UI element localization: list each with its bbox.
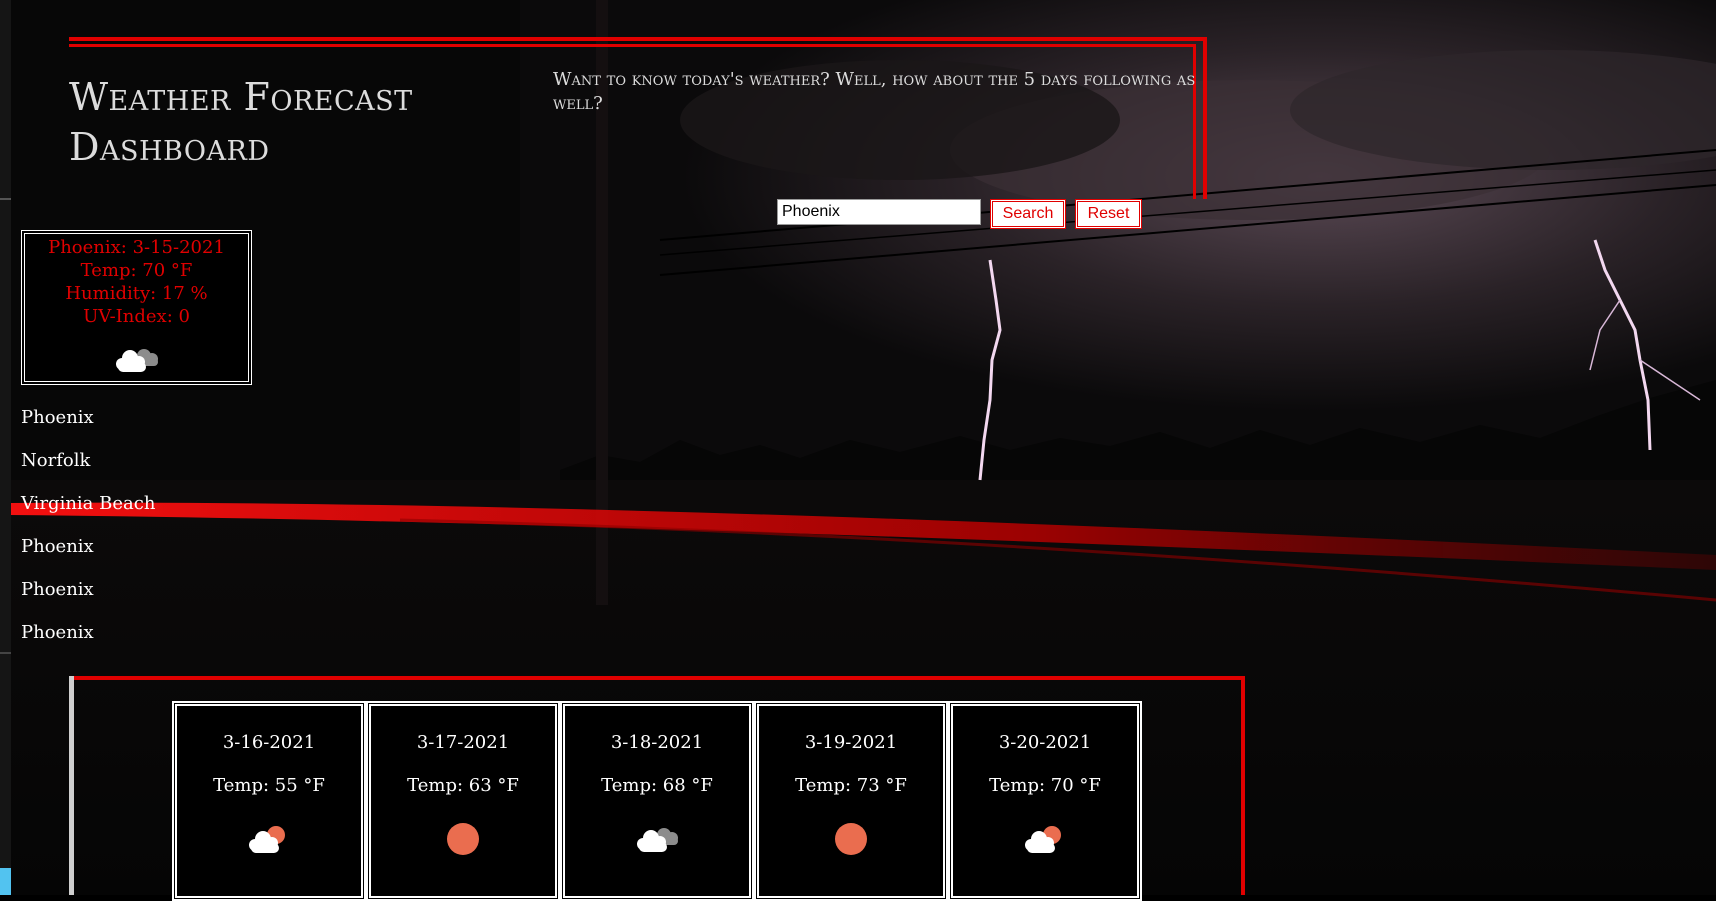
forecast-card: 3-20-2021 Temp: 70 °F bbox=[948, 701, 1142, 901]
reset-button[interactable]: Reset bbox=[1075, 199, 1142, 229]
edge-accent bbox=[0, 868, 11, 895]
current-temp: Temp: 70 °F bbox=[80, 260, 193, 281]
forecast-card: 3-19-2021 Temp: 73 °F bbox=[754, 701, 948, 901]
history-item[interactable]: Virginia Beach bbox=[21, 493, 155, 536]
forecast-card: 3-16-2021 Temp: 55 °F bbox=[172, 701, 366, 901]
forecast-frame-line bbox=[69, 676, 74, 895]
forecast-temp: Temp: 70 °F bbox=[989, 775, 1101, 796]
clouds-icon bbox=[115, 349, 158, 372]
forecast-date: 3-20-2021 bbox=[998, 732, 1092, 753]
history-item[interactable]: Phoenix bbox=[21, 622, 155, 665]
forecast-date: 3-16-2021 bbox=[222, 732, 316, 753]
history-item[interactable]: Phoenix bbox=[21, 407, 155, 450]
search-history-list: Phoenix Norfolk Virginia Beach Phoenix P… bbox=[21, 407, 155, 665]
city-search-input[interactable] bbox=[777, 199, 981, 225]
history-item[interactable]: Phoenix bbox=[21, 579, 155, 622]
page-title: Weather Forecast Dashboard bbox=[69, 75, 413, 169]
history-item[interactable]: Phoenix bbox=[21, 536, 155, 579]
forecast-frame-line bbox=[69, 676, 1245, 680]
forecast-frame-line bbox=[1241, 676, 1245, 895]
partly-cloudy-icon bbox=[1025, 826, 1061, 853]
header-frame-line bbox=[69, 44, 1193, 47]
search-button[interactable]: Search bbox=[990, 199, 1066, 229]
current-uv-index: UV-Index: 0 bbox=[83, 306, 190, 327]
current-weather-card: Phoenix: 3-15-2021 Temp: 70 °F Humidity:… bbox=[21, 230, 252, 385]
header-frame-line bbox=[1203, 37, 1207, 199]
edge-mark bbox=[0, 652, 11, 654]
clouds-icon bbox=[637, 828, 678, 852]
left-edge-strip bbox=[0, 0, 11, 895]
forecast-date: 3-17-2021 bbox=[416, 732, 510, 753]
forecast-temp: Temp: 63 °F bbox=[407, 775, 519, 796]
forecast-card: 3-18-2021 Temp: 68 °F bbox=[560, 701, 754, 901]
forecast-temp: Temp: 68 °F bbox=[601, 775, 713, 796]
forecast-temp: Temp: 55 °F bbox=[213, 775, 325, 796]
current-city-date: Phoenix: 3-15-2021 bbox=[48, 237, 225, 258]
forecast-date: 3-19-2021 bbox=[804, 732, 898, 753]
edge-mark bbox=[0, 198, 11, 200]
header-frame-line bbox=[69, 37, 1207, 41]
sun-icon bbox=[447, 823, 479, 855]
history-item[interactable]: Norfolk bbox=[21, 450, 155, 493]
sun-icon bbox=[835, 823, 867, 855]
partly-cloudy-icon bbox=[249, 826, 285, 853]
forecast-temp: Temp: 73 °F bbox=[795, 775, 907, 796]
tagline: Want to know today's weather? Well, how … bbox=[553, 69, 1196, 114]
current-humidity: Humidity: 17 % bbox=[65, 283, 208, 304]
five-day-forecast: 3-16-2021 Temp: 55 °F 3-17-2021 Temp: 63… bbox=[172, 701, 1142, 901]
forecast-card: 3-17-2021 Temp: 63 °F bbox=[366, 701, 560, 901]
forecast-date: 3-18-2021 bbox=[610, 732, 704, 753]
